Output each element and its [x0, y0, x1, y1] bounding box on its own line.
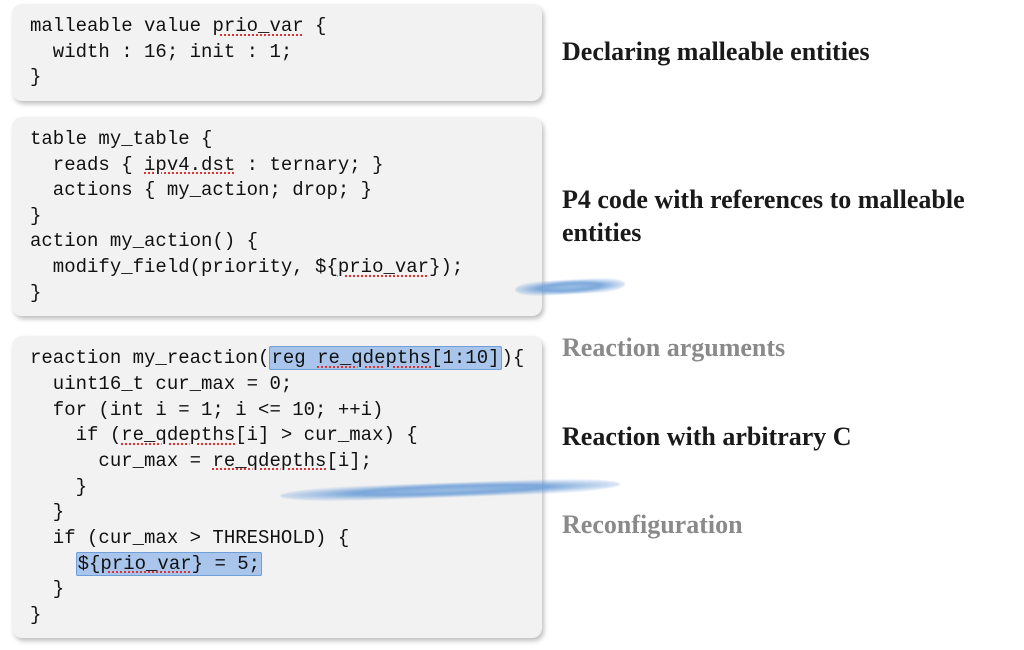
hl-text: [1:10] — [431, 347, 499, 369]
codebox-malleable: malleable value prio_var { width : 16; i… — [12, 4, 542, 101]
underlined-reqdepths-3: re_qdepths — [212, 450, 326, 472]
underlined-var: prio_var — [212, 15, 303, 37]
underlined-priovar-2: prio_var — [100, 553, 191, 575]
code-text: if ( — [30, 424, 121, 446]
code-line: uint16_t cur_max = 0; — [30, 373, 292, 395]
hl-text: ${ — [78, 553, 101, 575]
code-text: modify_field(priority, ${ — [30, 256, 338, 278]
code-text: ){ — [502, 347, 525, 369]
code-text: }); — [429, 256, 463, 278]
code-text: cur_max = — [30, 450, 212, 472]
annot-reaction-c: Reaction with arbitrary C — [562, 421, 1012, 454]
code-line: } — [30, 205, 41, 227]
underlined-ipv4: ipv4.dst — [144, 154, 235, 176]
code-text: malleable value — [30, 15, 212, 37]
code-text: [i] > cur_max) { — [235, 424, 417, 446]
row-p4: table my_table { reads { ipv4.dst : tern… — [0, 113, 1024, 328]
code-line: } — [30, 578, 64, 600]
annot-reconfig: Reconfiguration — [562, 509, 1012, 542]
annot-col-3: Reaction arguments Reaction with arbitra… — [562, 336, 1012, 542]
code-text — [30, 553, 76, 575]
code-line: if (cur_max > THRESHOLD) { — [30, 527, 349, 549]
hl-text: reg — [271, 347, 317, 369]
underlined-reqdepths-2: re_qdepths — [121, 424, 235, 446]
code-line: } — [30, 501, 64, 523]
code-line: action my_action() { — [30, 230, 258, 252]
code-text: [i]; — [326, 450, 372, 472]
underlined-priovar: prio_var — [338, 256, 429, 278]
code-text: reaction my_reaction( — [30, 347, 269, 369]
code-line: } — [30, 476, 87, 498]
code-line: for (int i = 1; i <= 10; ++i) — [30, 399, 383, 421]
highlight-reaction-args: reg re_qdepths[1:10] — [269, 346, 501, 370]
annot-reaction-args: Reaction arguments — [562, 332, 1012, 365]
code-line: actions { my_action; drop; } — [30, 179, 372, 201]
hl-text: } = 5; — [192, 553, 260, 575]
code-line: } — [30, 604, 41, 626]
code-text: reads { — [30, 154, 144, 176]
annot-col-2: P4 code with references to malleable ent… — [562, 184, 1012, 249]
annot-p4: P4 code with references to malleable ent… — [562, 184, 1012, 249]
row-malleable: malleable value prio_var { width : 16; i… — [0, 0, 1024, 113]
code-text: : ternary; } — [235, 154, 383, 176]
annot-col-1: Declaring malleable entities — [562, 36, 1012, 69]
underlined-reqdepths: re_qdepths — [317, 347, 431, 369]
code-line: } — [30, 282, 41, 304]
codebox-p4: table my_table { reads { ipv4.dst : tern… — [12, 117, 542, 316]
code-line: table my_table { — [30, 128, 212, 150]
highlight-reconfig: ${prio_var} = 5; — [76, 552, 262, 576]
annot-declaring: Declaring malleable entities — [562, 36, 1012, 69]
